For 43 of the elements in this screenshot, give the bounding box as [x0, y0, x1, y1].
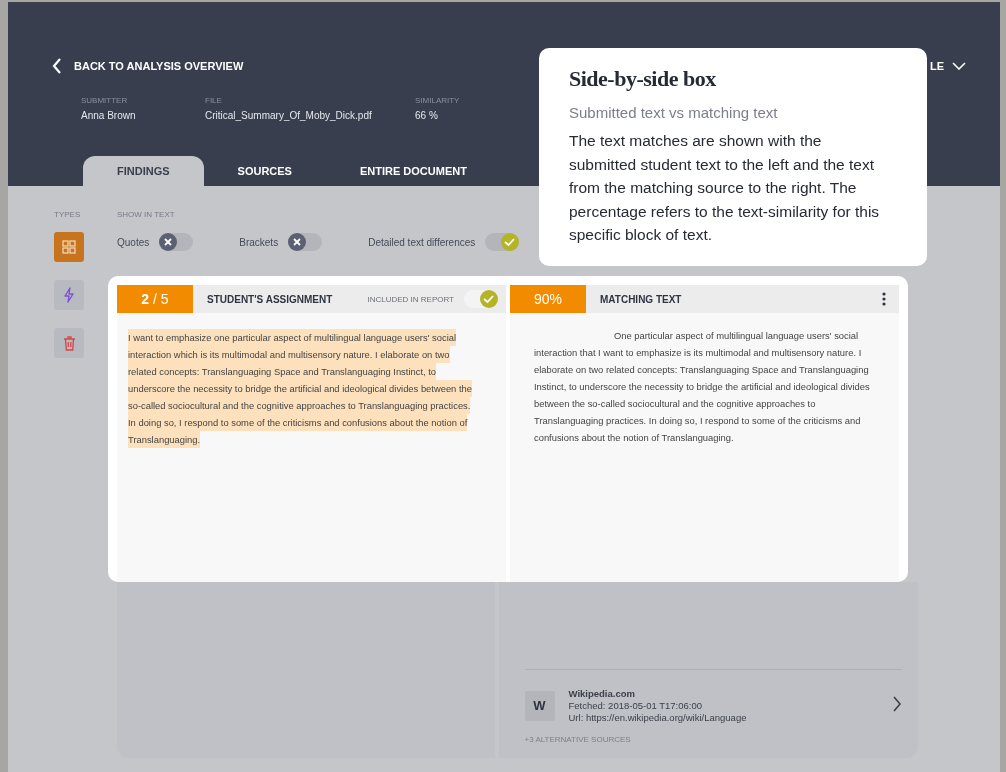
show-in-text-label: SHOW IN TEXT	[117, 210, 175, 221]
toggle-label: Brackets	[239, 236, 279, 248]
tooltip-subtitle: Submitted text vs matching text	[569, 104, 779, 121]
type-filter-button[interactable]	[54, 280, 84, 310]
source-fetched: Fetched: 2018-05-01 T17:06:00	[568, 700, 703, 711]
check-icon	[504, 238, 516, 247]
included-label: INCLUDED IN REPORT	[367, 294, 454, 304]
tab[interactable]: SOURCES	[203, 156, 326, 186]
meta-value: Anna Brown	[81, 110, 137, 121]
meta-value: Critical_Summary_Of_Moby_Dick.pdf	[205, 110, 373, 121]
toggle-switch[interactable]	[464, 290, 498, 308]
grid-icon	[62, 240, 76, 254]
toggle-switch[interactable]	[288, 233, 323, 251]
column-heading: STUDENT'S ASSIGNMENT	[207, 293, 333, 305]
tab[interactable]: FINDINGS	[83, 156, 204, 186]
lightning-icon	[64, 287, 74, 303]
types-label: TYPES	[54, 210, 81, 221]
close-icon	[293, 238, 302, 246]
check-icon	[483, 295, 494, 304]
meta-label: SUBMITTER	[81, 96, 129, 105]
chevron-down-icon[interactable]	[952, 62, 966, 70]
toggle-switch[interactable]	[485, 233, 520, 251]
trash-icon	[62, 335, 76, 351]
toggle-switch[interactable]	[159, 233, 194, 251]
column-heading: MATCHING TEXT	[600, 293, 682, 305]
source-name: Wikipedia.com	[568, 688, 636, 699]
close-icon	[164, 238, 173, 246]
chevron-left-icon	[52, 58, 62, 74]
tooltip-text: The text matches are shown with the submitted student text to the left and the text from the matching source to the right. The percentage refers to the text-similarity for this specific block of text.	[569, 131, 881, 245]
source-url: Url: https://en.wikipedia.org/wiki/Language	[568, 712, 747, 723]
back-link[interactable]: BACK TO ANALYSIS OVERVIEW	[52, 58, 244, 74]
similarity-percent: 90%	[510, 285, 586, 313]
tab[interactable]: ENTIRE DOCUMENT	[325, 156, 501, 186]
finding-counter: 2 / 5	[117, 285, 193, 313]
toggle-label: Quotes	[117, 236, 150, 248]
menu-label[interactable]: LE	[929, 60, 944, 72]
matching-text: One particular aspect of multilingual language users' social interaction that I want to emphasize is its multimodal and multisensory nature. I elaborate on two related concepts: Translanguaging Space and Translanguaging Instinct, to underscore the necessity to bridge the artificial and ideological divides between the so-called sociocultural and the cognitive approaches to Translanguaging practices. In doing so, I respond to some of the criticisms and confusions about the notion of Translanguaging.	[533, 329, 871, 445]
source-initial: W	[524, 690, 555, 721]
meta-value: 66 %	[415, 110, 439, 121]
tooltip-title: Side-by-side box	[569, 66, 717, 92]
toggle-label: Detailed text differences	[368, 236, 476, 248]
meta-label: FILE	[205, 96, 223, 105]
meta-label: SIMILARITY	[415, 96, 460, 105]
